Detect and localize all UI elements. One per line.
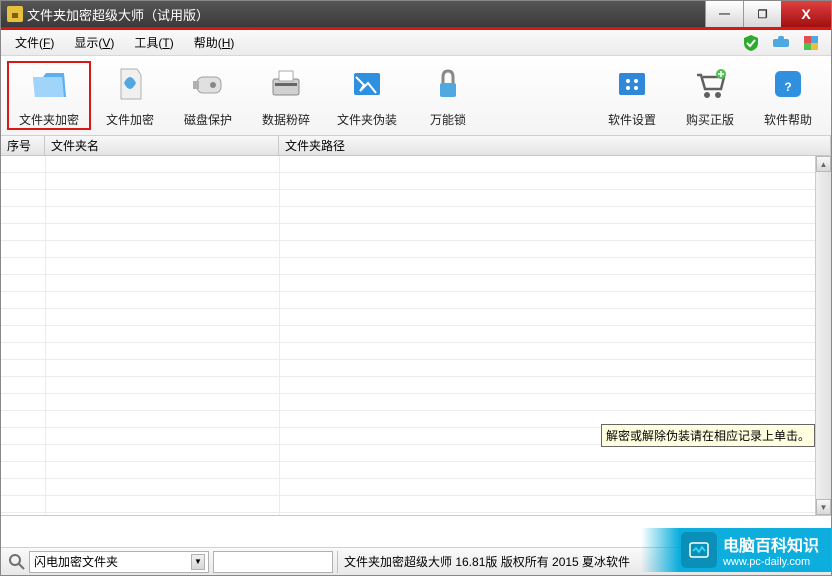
folder-icon	[28, 63, 70, 105]
col-index[interactable]: 序号	[1, 136, 45, 155]
vertical-scrollbar[interactable]: ▲ ▼	[815, 156, 831, 515]
watermark-url: www.pc-daily.com	[723, 556, 819, 568]
puzzle-icon[interactable]	[801, 33, 821, 53]
folder-encrypt-button[interactable]: 文件夹加密	[7, 61, 91, 130]
file-encrypt-button[interactable]: 文件加密	[91, 61, 169, 130]
app-window: 文件夹加密超级大师（试用版） — ❐ X 文件(F) 显示(V) 工具(T) 帮…	[0, 0, 832, 576]
shield-icon[interactable]	[741, 33, 761, 53]
toolbar: 文件夹加密 文件加密 磁盘保护 数据粉碎 文件夹伪装 万能锁 软件设置	[1, 56, 831, 136]
scroll-up-button[interactable]: ▲	[816, 156, 831, 172]
folder-disguise-button[interactable]: 文件夹伪装	[325, 61, 409, 130]
menu-tool[interactable]: 工具(T)	[126, 30, 181, 55]
titlebar[interactable]: 文件夹加密超级大师（试用版） — ❐ X	[1, 1, 831, 27]
watermark-icon	[681, 532, 717, 568]
search-input[interactable]	[213, 551, 333, 573]
disk-protect-button[interactable]: 磁盘保护	[169, 61, 247, 130]
lock-icon	[427, 63, 469, 105]
phone-icon[interactable]	[771, 33, 791, 53]
tooltip: 解密或解除伪装请在相应记录上单击。	[601, 424, 815, 447]
col-folder-path[interactable]: 文件夹路径	[279, 136, 831, 155]
menu-file[interactable]: 文件(F)	[7, 30, 62, 55]
dropdown-value: 闪电加密文件夹	[34, 553, 118, 570]
app-icon	[7, 6, 23, 22]
maximize-button[interactable]: ❐	[743, 1, 781, 27]
menu-show[interactable]: 显示(V)	[66, 30, 122, 55]
help-icon: ?	[767, 63, 809, 105]
universal-lock-button[interactable]: 万能锁	[409, 61, 487, 130]
menu-help[interactable]: 帮助(H)	[186, 30, 243, 55]
disguise-icon	[346, 63, 388, 105]
search-icon[interactable]	[8, 553, 26, 571]
menubar: 文件(F) 显示(V) 工具(T) 帮助(H)	[1, 30, 831, 56]
filter-dropdown[interactable]: 闪电加密文件夹 ▼	[29, 551, 209, 573]
watermark: 电脑百科知识 www.pc-daily.com	[641, 528, 831, 572]
data-shred-button[interactable]: 数据粉碎	[247, 61, 325, 130]
close-button[interactable]: X	[781, 1, 831, 27]
cart-icon	[689, 63, 731, 105]
shredder-icon	[265, 63, 307, 105]
chevron-down-icon[interactable]: ▼	[191, 554, 205, 570]
col-folder-name[interactable]: 文件夹名	[45, 136, 279, 155]
svg-text:?: ?	[784, 80, 791, 94]
buy-button[interactable]: 购买正版	[671, 61, 749, 130]
list-rows	[1, 156, 815, 515]
column-headers: 序号 文件夹名 文件夹路径	[1, 136, 831, 156]
document-icon	[109, 63, 151, 105]
window-title: 文件夹加密超级大师（试用版）	[27, 5, 705, 24]
usb-icon	[187, 63, 229, 105]
settings-button[interactable]: 软件设置	[593, 61, 671, 130]
settings-icon	[611, 63, 653, 105]
minimize-button[interactable]: —	[705, 1, 743, 27]
scroll-down-button[interactable]: ▼	[816, 499, 831, 515]
list-area[interactable]: ▲ ▼ 解密或解除伪装请在相应记录上单击。	[1, 156, 831, 516]
help-button[interactable]: ? 软件帮助	[749, 61, 827, 130]
watermark-title: 电脑百科知识	[723, 532, 819, 556]
